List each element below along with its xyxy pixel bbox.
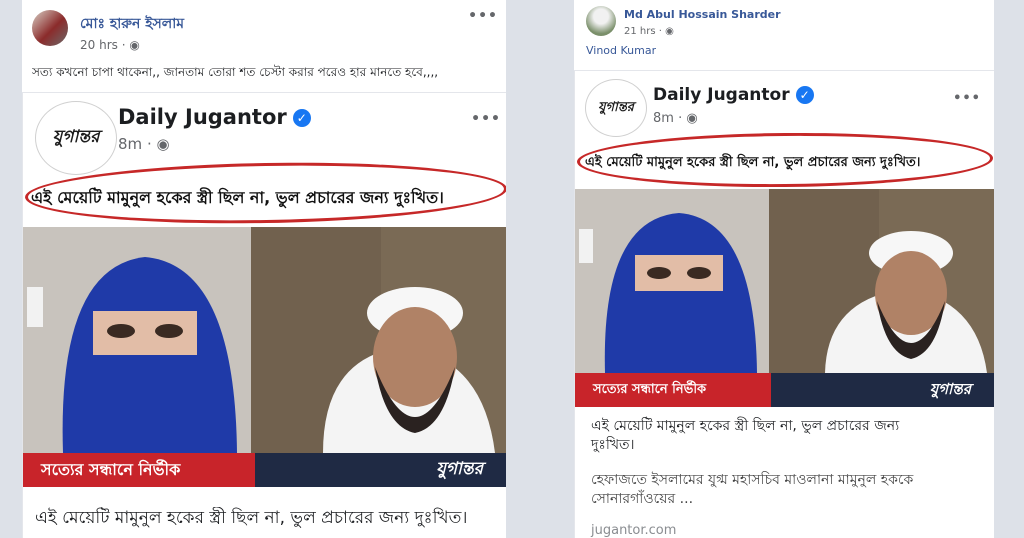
photo-collage: [575, 189, 994, 373]
jugantor-logo[interactable]: যুগান্তর: [35, 101, 117, 175]
highlight-oval: [576, 131, 994, 189]
post-menu-icon[interactable]: •••: [468, 8, 498, 24]
post-author[interactable]: Md Abul Hossain Sharder: [624, 8, 781, 21]
shared-timestamp[interactable]: 8m · ◉: [118, 135, 170, 153]
shared-post-card[interactable]: যুগান্তর Daily Jugantor ✓ 8m · ◉ ••• এই ম…: [22, 92, 506, 538]
page-name: Daily Jugantor: [653, 85, 790, 105]
avatar[interactable]: [32, 10, 68, 46]
shared-time-text: 8m: [118, 135, 143, 153]
globe-icon: · ◉: [658, 26, 674, 37]
right-facebook-post: Md Abul Hossain Sharder 21 hrs · ◉ Vinod…: [574, 0, 994, 538]
tagged-user[interactable]: Vinod Kumar: [586, 44, 656, 57]
caption-title[interactable]: এই মেয়েটি মামুনুল হকের স্ত্রী ছিল না, ভ…: [591, 417, 931, 455]
shared-menu-icon[interactable]: •••: [471, 111, 501, 127]
globe-icon: · ◉: [678, 111, 698, 126]
verified-badge-icon: ✓: [292, 109, 311, 127]
caption-title[interactable]: এই মেয়েটি মামুনুল হকের স্ত্রী ছিল না, ভ…: [35, 507, 495, 530]
jugantor-logo[interactable]: যুগান্তর: [585, 79, 647, 137]
banner-slogan: সত্যের সন্ধানে নির্ভীক: [23, 453, 255, 487]
verified-badge-icon: ✓: [795, 86, 814, 104]
page-name-row[interactable]: Daily Jugantor ✓: [118, 105, 311, 129]
photo-collage: [23, 227, 506, 453]
banner-logo: যুগান্তর: [771, 373, 994, 407]
shared-time-text: 8m: [653, 111, 674, 126]
globe-icon: · ◉: [146, 135, 170, 153]
banner-logo: যুগান্তর: [255, 453, 506, 487]
post-timestamp[interactable]: 21 hrs · ◉: [624, 26, 674, 37]
timestamp-text: 20 hrs: [80, 38, 118, 52]
avatar[interactable]: [586, 6, 616, 36]
post-author[interactable]: মোঃ হারুন ইসলাম: [80, 12, 184, 36]
post-timestamp[interactable]: 20 hrs · ◉: [80, 38, 140, 52]
logo-text: যুগান্তর: [52, 127, 100, 147]
page-name-row[interactable]: Daily Jugantor ✓: [653, 85, 814, 105]
logo-text: যুগান্তর: [598, 99, 634, 115]
timestamp-text: 21 hrs: [624, 26, 656, 37]
news-photo[interactable]: [23, 227, 506, 453]
shared-menu-icon[interactable]: •••: [953, 91, 981, 106]
photo-banner: সত্যের সন্ধানে নির্ভীক যুগান্তর: [575, 373, 994, 407]
banner-slogan: সত্যের সন্ধানে নির্ভীক: [575, 373, 771, 407]
globe-icon: · ◉: [121, 38, 140, 52]
link-url[interactable]: jugantor.com: [591, 523, 676, 538]
caption-body: হেফাজতে ইসলামের যুগ্ম মহাসচিব মাওলানা মা…: [591, 472, 914, 507]
page-name: Daily Jugantor: [118, 105, 287, 129]
news-photo[interactable]: [575, 189, 994, 373]
left-facebook-post: মোঃ হারুন ইসলাম 20 hrs · ◉ ••• সত্য কখনো…: [22, 0, 506, 538]
shared-post-card[interactable]: যুগান্তর Daily Jugantor ✓ 8m · ◉ ••• এই ম…: [574, 70, 994, 538]
photo-banner: সত্যের সন্ধানে নির্ভীক যুগান্তর: [23, 453, 506, 487]
shared-timestamp[interactable]: 8m · ◉: [653, 111, 698, 126]
post-text: সত্য কখনো চাপা থাকেনা,, জানতাম তোরা শত চ…: [32, 65, 439, 79]
